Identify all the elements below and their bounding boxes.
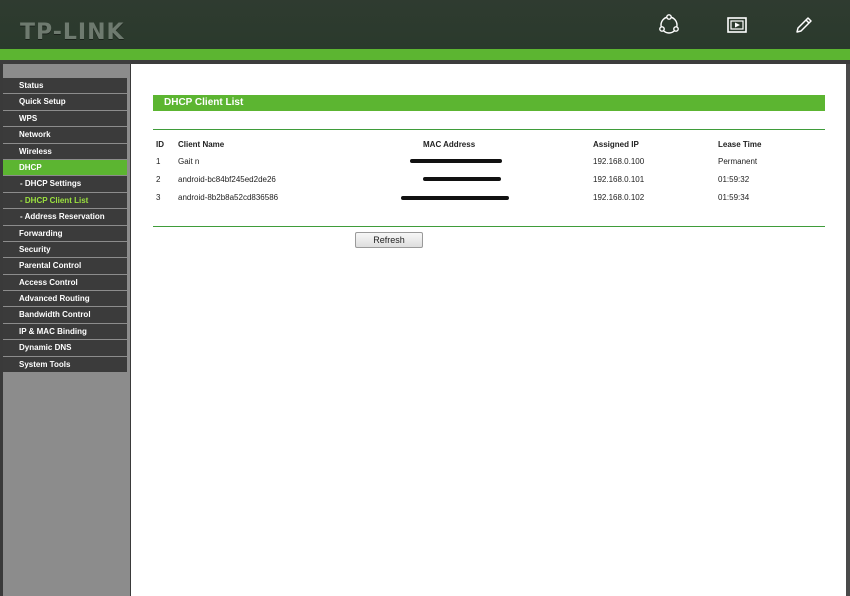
row-id: 1 [156, 157, 161, 166]
redacted-mac-address [423, 177, 501, 181]
slideshow-icon[interactable] [725, 13, 749, 37]
row-id: 2 [156, 175, 161, 184]
table-top-divider [153, 129, 825, 130]
sidebar-item-access-control[interactable]: Access Control [3, 274, 127, 292]
column-header-id: ID [156, 140, 164, 149]
sidebar-item-address-reservation[interactable]: - Address Reservation [3, 209, 127, 226]
sidebar-item-network[interactable]: Network [3, 127, 127, 144]
row-client-name: Gait n [178, 157, 200, 166]
table-bottom-divider [153, 226, 825, 227]
sidebar-item-status[interactable]: Status [3, 78, 127, 95]
sidebar-item-quick-setup[interactable]: Quick Setup [3, 94, 127, 111]
row-lease-time: 01:59:32 [718, 175, 750, 184]
table-row: 2 android-bc84bf245ed2de26 192.168.0.101… [153, 175, 825, 189]
sidebar-item-dhcp-settings[interactable]: - DHCP Settings [3, 176, 127, 193]
header-accent-bar [0, 49, 850, 60]
table-row: 1 Gait n 192.168.0.100 Permanent [153, 157, 825, 171]
sidebar-menu: Status Quick Setup WPS Network Wireless … [3, 78, 127, 374]
sidebar-item-dhcp-client-list[interactable]: - DHCP Client List [3, 192, 127, 210]
row-client-name: android-8b2b8a52cd836586 [178, 193, 279, 202]
sidebar-item-advanced-routing[interactable]: Advanced Routing [3, 291, 127, 308]
column-header-client-name: Client Name [178, 140, 225, 149]
sidebar-item-bandwidth-control[interactable]: Bandwidth Control [3, 307, 127, 324]
row-id: 3 [156, 193, 161, 202]
sidebar-item-wps[interactable]: WPS [3, 110, 127, 128]
sidebar-item-forwarding[interactable]: Forwarding [3, 225, 127, 242]
redacted-mac-address [410, 159, 502, 163]
column-header-assigned-ip: Assigned IP [593, 140, 639, 149]
sidebar-item-dynamic-dns[interactable]: Dynamic DNS [3, 340, 127, 357]
column-header-lease-time: Lease Time [718, 140, 762, 149]
window-edge [846, 64, 850, 596]
sidebar-item-wireless[interactable]: Wireless [3, 143, 127, 160]
table-row: 3 android-8b2b8a52cd836586 192.168.0.102… [153, 193, 825, 207]
pencil-icon[interactable] [792, 13, 816, 37]
table-header-row: ID Client Name MAC Address Assigned IP L… [153, 140, 825, 154]
row-assigned-ip: 192.168.0.101 [593, 175, 645, 184]
page-title: DHCP Client List [153, 95, 825, 111]
share-icon[interactable] [657, 13, 681, 37]
row-lease-time: 01:59:34 [718, 193, 750, 202]
row-client-name: android-bc84bf245ed2de26 [178, 175, 276, 184]
sidebar: Status Quick Setup WPS Network Wireless … [3, 64, 130, 596]
sidebar-item-security[interactable]: Security [3, 241, 127, 259]
sidebar-item-system-tools[interactable]: System Tools [3, 356, 127, 374]
redacted-mac-address [401, 196, 509, 200]
main-content: DHCP Client List ID Client Name MAC Addr… [131, 64, 850, 596]
column-header-mac-address: MAC Address [423, 140, 476, 149]
refresh-button[interactable]: Refresh [355, 232, 423, 248]
sidebar-item-ip-mac-binding[interactable]: IP & MAC Binding [3, 323, 127, 341]
tp-link-logo: TP-LINK [20, 20, 125, 45]
top-header: TP-LINK [0, 0, 850, 50]
row-assigned-ip: 192.168.0.102 [593, 193, 645, 202]
row-lease-time: Permanent [718, 157, 758, 166]
row-assigned-ip: 192.168.0.100 [593, 157, 645, 166]
sidebar-item-parental-control[interactable]: Parental Control [3, 258, 127, 275]
sidebar-item-dhcp[interactable]: DHCP [3, 159, 127, 177]
